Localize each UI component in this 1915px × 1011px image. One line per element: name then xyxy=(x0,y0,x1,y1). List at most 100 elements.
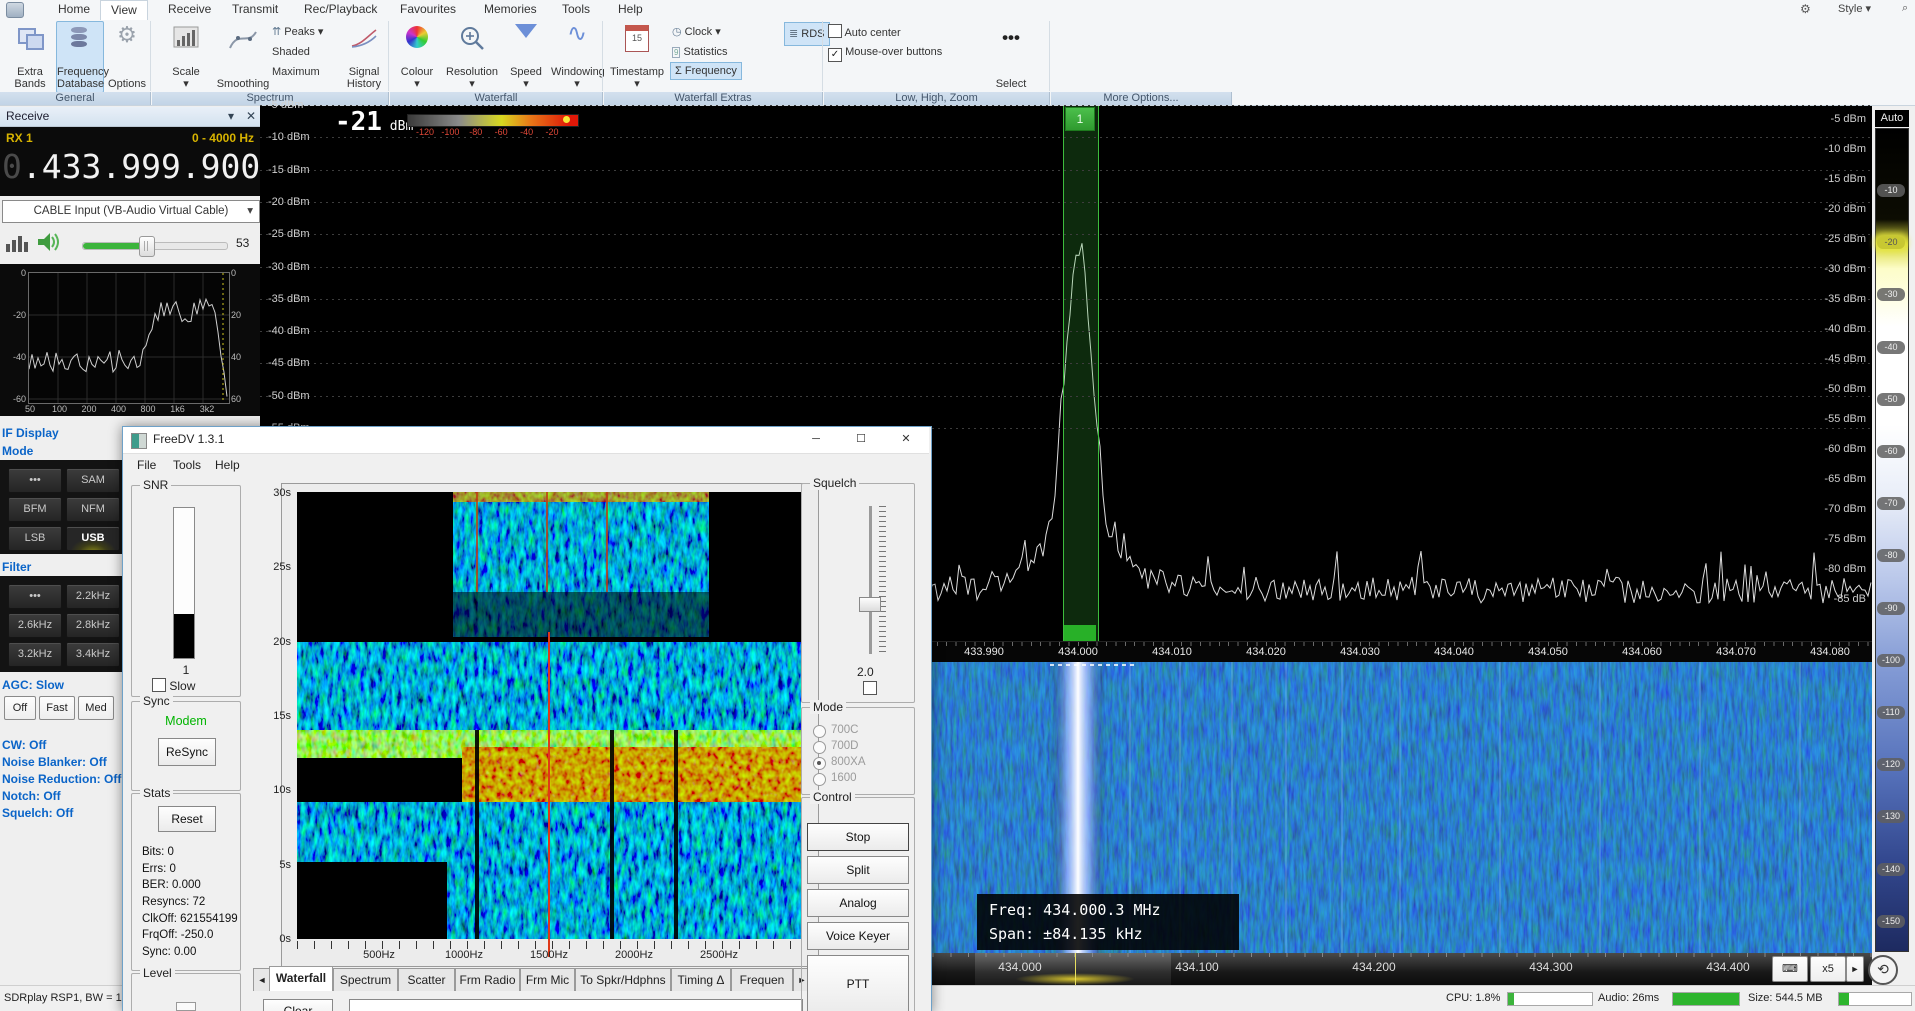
if-chart[interactable] xyxy=(28,272,230,404)
waterfall-intensity-ruler[interactable]: -10-20-30-40-50-60-70-80-90-100-110-120-… xyxy=(1875,128,1909,952)
ribbon-tab-rec-playback[interactable]: Rec/Playback xyxy=(294,0,387,19)
clear-button[interactable]: Clear xyxy=(263,999,333,1011)
menu-file[interactable]: File xyxy=(137,458,156,472)
timestamp-button[interactable]: 15 Timestamp▾ xyxy=(606,21,668,93)
menu-help[interactable]: Help xyxy=(215,458,240,472)
frequency-database-button[interactable]: Frequency Database xyxy=(56,21,104,93)
ribbon-tab-tools[interactable]: Tools xyxy=(552,0,600,19)
snr-slow-checkbox[interactable] xyxy=(152,678,166,692)
stop-button[interactable]: Stop xyxy=(807,823,909,851)
colorbar-marker-dot[interactable] xyxy=(563,116,570,123)
resolution-button[interactable]: Resolution▾ xyxy=(442,21,502,93)
audio-device-dropdown[interactable]: CABLE Input (VB-Audio Virtual Cable) ▾ xyxy=(2,200,260,223)
scale-button[interactable]: Scale▾ xyxy=(158,21,214,93)
waterfall-auto-button[interactable]: Auto xyxy=(1875,110,1909,127)
mode-button-more[interactable]: ••• xyxy=(8,468,62,493)
agc-off-button[interactable]: Off xyxy=(4,696,36,720)
options-button[interactable]: ⚙ Options xyxy=(104,21,150,93)
squelch-slider-track[interactable] xyxy=(869,506,872,654)
mode-radio-800xa[interactable] xyxy=(813,757,826,770)
frequency-display[interactable]: 0.433.999.900 xyxy=(2,147,260,186)
zoom-x5-button[interactable]: x5 xyxy=(1810,956,1846,982)
tab-frequency[interactable]: Frequen xyxy=(731,968,793,991)
rx-filter-band[interactable] xyxy=(1063,106,1099,641)
filter-button-28[interactable]: 2.8kHz xyxy=(66,613,120,638)
colour-button[interactable]: Colour▾ xyxy=(392,21,442,93)
ribbon-tab-memories[interactable]: Memories xyxy=(474,0,547,19)
cw-status[interactable]: CW: Off xyxy=(2,738,46,752)
select-button[interactable]: ••• Select xyxy=(980,21,1042,93)
keyboard-entry-button[interactable]: ⌨ xyxy=(1772,956,1808,982)
gear-icon[interactable]: ⚙ xyxy=(1800,2,1811,16)
tab-scatter[interactable]: Scatter xyxy=(398,968,455,991)
close-button[interactable]: ✕ xyxy=(891,430,921,450)
mode-radio-1600[interactable] xyxy=(813,773,826,786)
mode-button-bfm[interactable]: BFM xyxy=(8,497,62,522)
style-menu[interactable]: Style ▾ xyxy=(1838,2,1871,15)
agc-med-button[interactable]: Med xyxy=(78,696,114,720)
mouse-over-checkbox[interactable]: ✓ xyxy=(828,48,842,62)
statistics-button[interactable]: 9 Statistics xyxy=(672,44,728,60)
peaks-menu[interactable]: ⇈ Peaks ▾ xyxy=(272,24,323,40)
volume-handle[interactable] xyxy=(139,236,155,257)
reset-button[interactable]: Reset xyxy=(158,806,216,832)
app-icon[interactable] xyxy=(6,2,24,18)
tab-spectrum[interactable]: Spectrum xyxy=(333,968,398,991)
menu-tools[interactable]: Tools xyxy=(173,458,201,472)
ribbon-tab-favourites[interactable]: Favourites xyxy=(390,0,466,19)
mode-radio-700d[interactable] xyxy=(813,741,826,754)
ribbon-tab-help[interactable]: Help xyxy=(608,0,653,19)
analog-button[interactable]: Analog xyxy=(807,889,909,917)
mode-button-lsb[interactable]: LSB xyxy=(8,526,62,551)
clock-menu[interactable]: ◷ Clock ▾ xyxy=(672,24,721,40)
mouse-over-row[interactable]: ✓ Mouse-over buttons xyxy=(828,44,942,60)
notch-status[interactable]: Notch: Off xyxy=(2,789,61,803)
maximum-button[interactable]: Maximum xyxy=(272,64,320,80)
freedv-titlebar[interactable]: FreeDV 1.3.1 ─ ☐ ✕ xyxy=(123,427,929,454)
mode-button-sam[interactable]: SAM xyxy=(66,468,120,493)
equalizer-icon[interactable] xyxy=(6,234,28,252)
squelch-slider-handle[interactable] xyxy=(859,597,881,612)
maximize-button[interactable]: ☐ xyxy=(846,430,876,450)
tab-frm-radio[interactable]: Frm Radio xyxy=(455,968,520,991)
mode-button-nfm[interactable]: NFM xyxy=(66,497,120,522)
squelch-status[interactable]: Squelch: Off xyxy=(2,806,73,820)
filter-button-34[interactable]: 3.4kHz xyxy=(66,642,120,667)
split-button[interactable]: Split xyxy=(807,856,909,884)
level-slider-handle[interactable] xyxy=(176,1002,196,1011)
tab-to-spkr[interactable]: To Spkr/Hdphns xyxy=(575,968,671,991)
filter-button-more[interactable]: ••• xyxy=(8,584,62,609)
tab-waterfall[interactable]: Waterfall xyxy=(269,966,333,991)
filter-button-32[interactable]: 3.2kHz xyxy=(8,642,62,667)
filter-button-22[interactable]: 2.2kHz xyxy=(66,584,120,609)
noise-reduction-status[interactable]: Noise Reduction: Off xyxy=(2,772,121,786)
agc-fast-button[interactable]: Fast xyxy=(39,696,75,720)
frequency-button[interactable]: Σ Frequency xyxy=(670,62,742,80)
waterfall-colorbar[interactable] xyxy=(407,114,579,127)
panel-collapse-icon[interactable]: ▾ xyxy=(228,107,234,126)
snr-slow-row[interactable]: Slow xyxy=(152,678,195,693)
ribbon-tab-home[interactable]: Home xyxy=(48,0,100,19)
scroll-right-button[interactable]: ► xyxy=(1846,956,1864,982)
auto-center-row[interactable]: Auto center xyxy=(828,24,901,40)
extra-bands-button[interactable]: Extra Bands xyxy=(4,21,56,93)
ribbon-tab-transmit[interactable]: Transmit xyxy=(222,0,288,19)
tab-frm-mic[interactable]: Frm Mic xyxy=(520,968,575,991)
mode-radio-700c[interactable] xyxy=(813,725,826,738)
ptt-button[interactable]: PTT xyxy=(807,955,909,1011)
speed-button[interactable]: Speed▾ xyxy=(502,21,550,93)
rx-marker-1[interactable]: 1 xyxy=(1065,107,1095,131)
mode-button-usb[interactable]: USB xyxy=(66,526,120,551)
search-icon[interactable]: ⌕ xyxy=(1902,2,1908,15)
squelch-enable-checkbox[interactable] xyxy=(863,681,877,695)
resync-button[interactable]: ReSync xyxy=(158,738,216,766)
noise-blanker-status[interactable]: Noise Blanker: Off xyxy=(2,755,107,769)
shaded-button[interactable]: Shaded xyxy=(272,44,310,60)
speaker-icon[interactable] xyxy=(36,230,62,254)
ribbon-tab-receive[interactable]: Receive xyxy=(158,0,221,19)
tab-timing[interactable]: Timing Δ xyxy=(671,968,731,991)
recenter-button[interactable]: ⟲ xyxy=(1868,955,1898,985)
text-output-field[interactable] xyxy=(349,999,803,1011)
ribbon-tab-view[interactable]: View xyxy=(100,0,148,20)
smoothing-button[interactable]: Smoothing xyxy=(214,21,272,93)
